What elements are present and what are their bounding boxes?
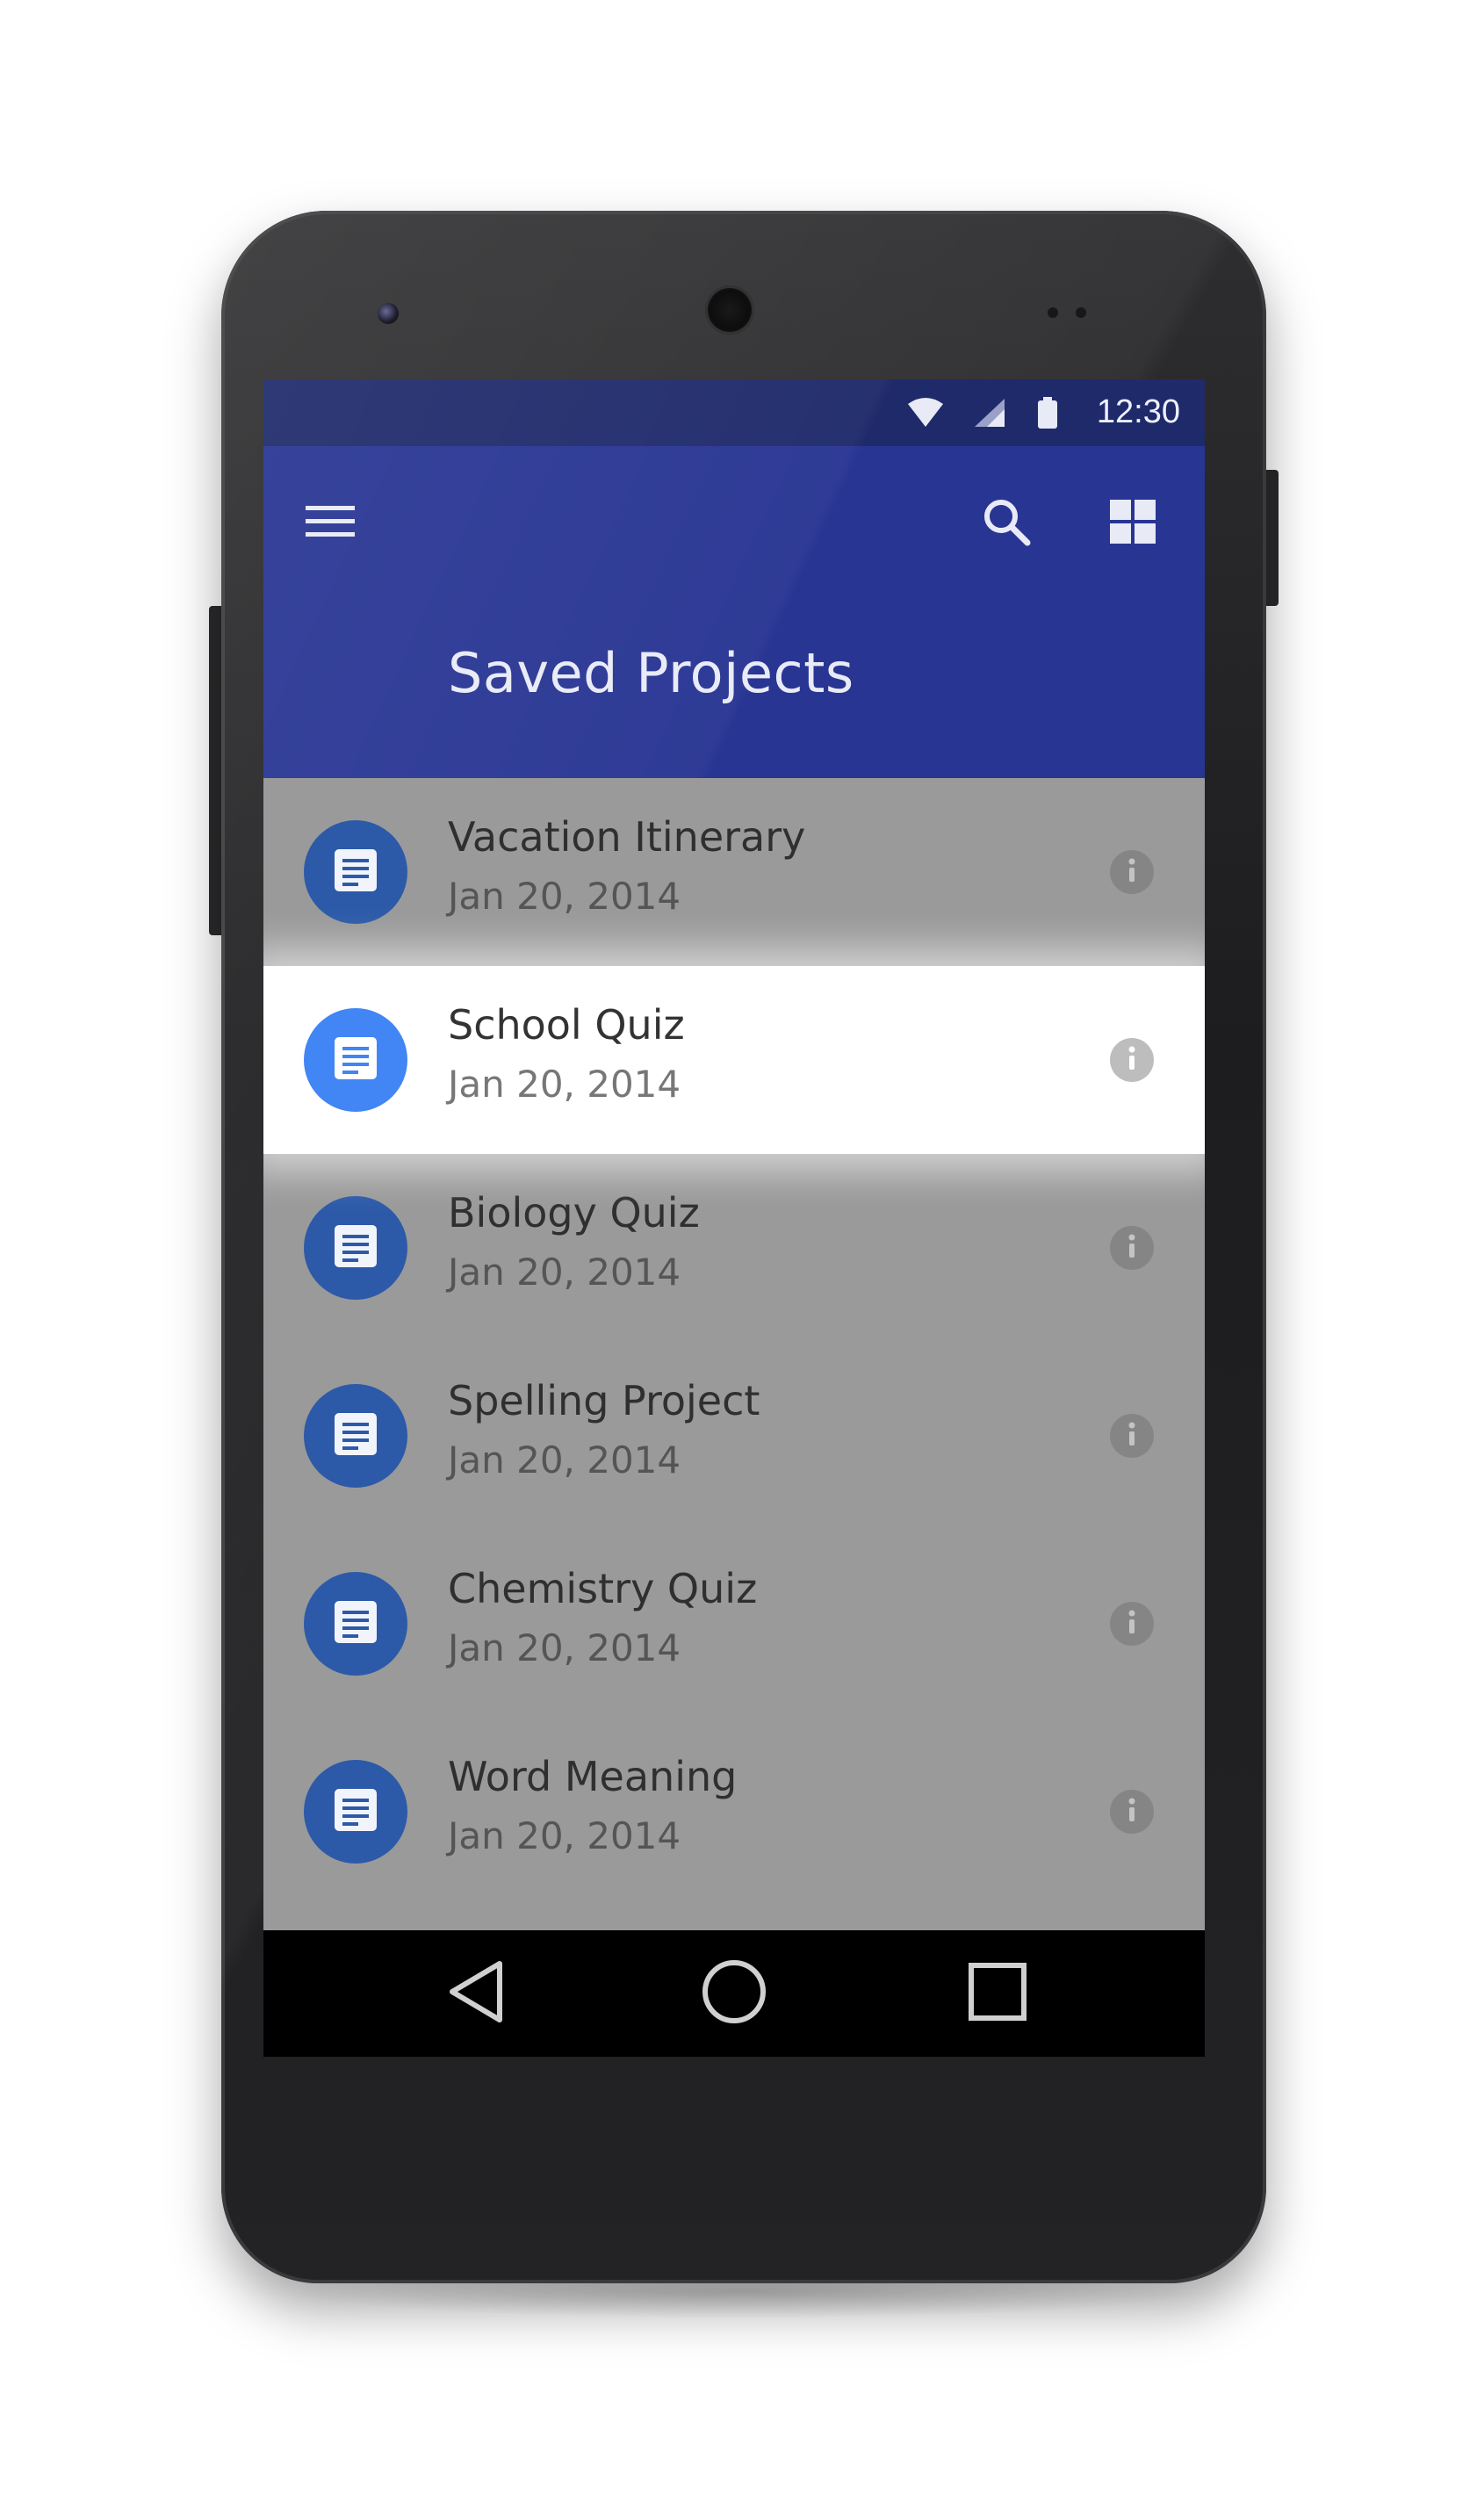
recents-button[interactable]: [961, 1957, 1034, 2030]
project-list: Vacation Itinerary Jan 20, 2014 School Q…: [263, 778, 1205, 1930]
info-button[interactable]: [1110, 1038, 1154, 1082]
document-icon: [333, 847, 378, 897]
document-icon: [333, 1787, 378, 1836]
back-icon: [445, 1958, 507, 2029]
item-title: Biology Quiz: [448, 1189, 700, 1236]
document-icon: [333, 1223, 378, 1273]
battery-icon: [1036, 397, 1059, 434]
document-avatar: [304, 820, 407, 924]
page-title: Saved Projects: [448, 641, 854, 705]
item-date: Jan 20, 2014: [448, 1438, 681, 1482]
status-time: 12:30: [1096, 393, 1180, 430]
item-title: Chemistry Quiz: [448, 1565, 758, 1612]
info-button[interactable]: [1110, 1602, 1154, 1646]
document-avatar: [304, 1384, 407, 1488]
item-title: Spelling Project: [448, 1377, 760, 1424]
home-icon: [701, 1958, 767, 2029]
item-title: School Quiz: [448, 1001, 685, 1049]
search-icon: [982, 497, 1031, 550]
item-date: Jan 20, 2014: [448, 1814, 681, 1857]
item-date: Jan 20, 2014: [448, 875, 681, 918]
earpiece-speaker: [705, 285, 754, 335]
power-button: [1264, 470, 1279, 606]
grid-view-icon: [1110, 500, 1156, 547]
item-title: Vacation Itinerary: [448, 813, 806, 861]
item-title: Word Meaning: [448, 1753, 738, 1800]
signal-icon: [973, 397, 1006, 432]
list-item[interactable]: Vacation Itinerary Jan 20, 2014: [263, 778, 1205, 966]
info-icon: [1110, 1224, 1154, 1272]
light-sensor: [1076, 307, 1086, 318]
document-icon: [333, 1035, 378, 1085]
wifi-icon: [906, 397, 945, 432]
status-bar: 12:30: [263, 379, 1205, 446]
info-icon: [1110, 1788, 1154, 1835]
item-date: Jan 20, 2014: [448, 1063, 681, 1106]
list-item[interactable]: Biology Quiz Jan 20, 2014: [263, 1154, 1205, 1342]
item-date: Jan 20, 2014: [448, 1626, 681, 1669]
stage: 12:30 Saved Projects Vacation Itinerary …: [0, 0, 1484, 2509]
document-avatar: [304, 1008, 407, 1112]
document-avatar: [304, 1760, 407, 1864]
info-icon: [1110, 1036, 1154, 1084]
info-button[interactable]: [1110, 1414, 1154, 1458]
document-icon: [333, 1411, 378, 1460]
document-avatar: [304, 1196, 407, 1300]
search-button[interactable]: [973, 490, 1040, 557]
document-avatar: [304, 1572, 407, 1676]
info-icon: [1110, 848, 1154, 896]
list-item-selected[interactable]: School Quiz Jan 20, 2014: [263, 966, 1205, 1154]
navigation-bar: [263, 1930, 1205, 2057]
item-date: Jan 20, 2014: [448, 1251, 681, 1294]
front-camera: [378, 303, 399, 324]
info-button[interactable]: [1110, 1790, 1154, 1834]
list-item[interactable]: Word Meaning Jan 20, 2014: [263, 1718, 1205, 1906]
info-button[interactable]: [1110, 1226, 1154, 1270]
info-icon: [1110, 1600, 1154, 1647]
info-icon: [1110, 1412, 1154, 1460]
app-bar: Saved Projects: [263, 446, 1205, 778]
back-button[interactable]: [439, 1957, 513, 2030]
menu-icon: [306, 504, 355, 543]
info-button[interactable]: [1110, 850, 1154, 894]
phone-screen: 12:30 Saved Projects Vacation Itinerary …: [263, 379, 1205, 2057]
proximity-sensor: [1048, 307, 1058, 318]
document-icon: [333, 1599, 378, 1648]
home-button[interactable]: [697, 1957, 771, 2030]
recents-icon: [968, 1962, 1027, 2025]
list-item[interactable]: Chemistry Quiz Jan 20, 2014: [263, 1530, 1205, 1718]
grid-view-button[interactable]: [1099, 490, 1166, 557]
menu-button[interactable]: [299, 492, 362, 555]
list-item[interactable]: Spelling Project Jan 20, 2014: [263, 1342, 1205, 1530]
